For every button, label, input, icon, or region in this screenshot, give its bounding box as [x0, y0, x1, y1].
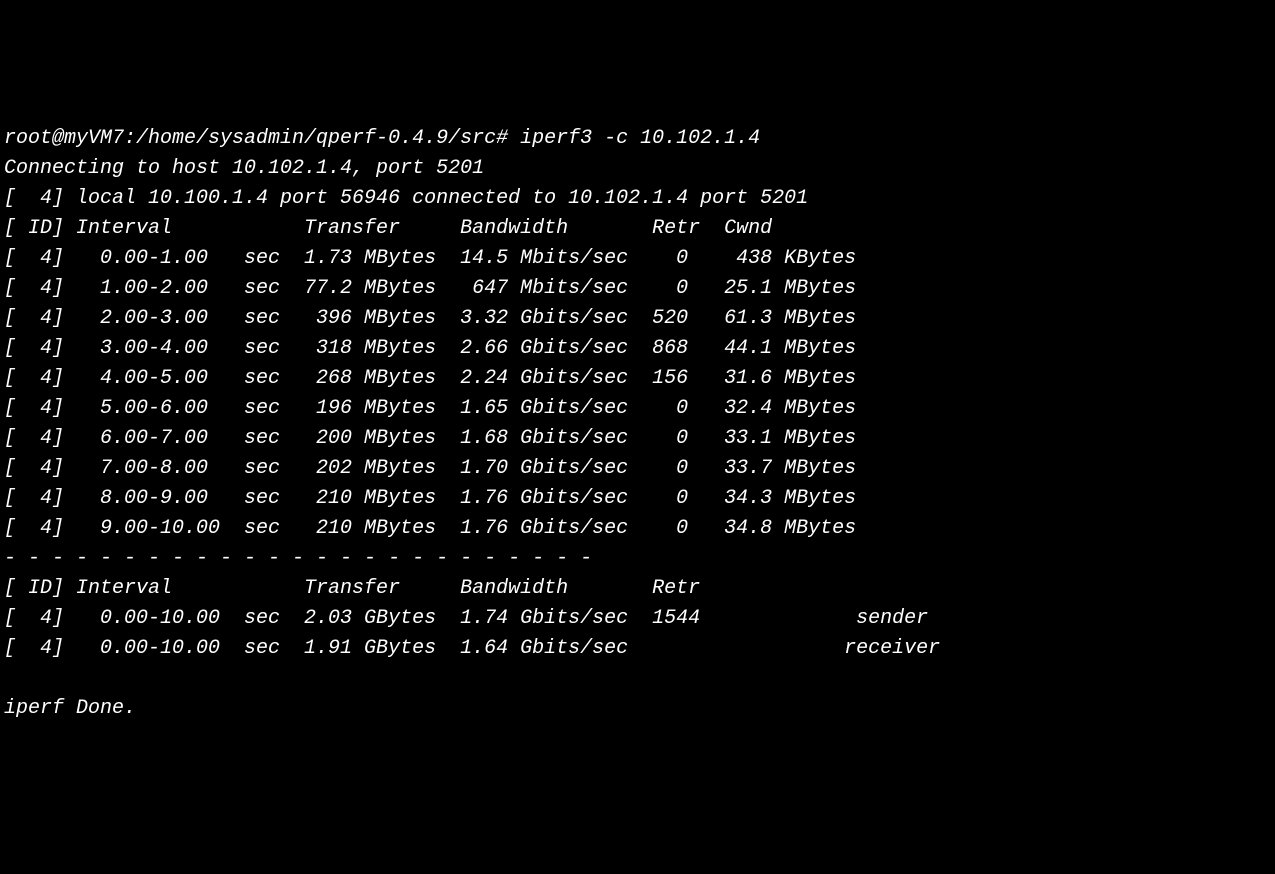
connecting-line: Connecting to host 10.102.1.4, port 5201	[4, 157, 484, 180]
local-line: [ 4] local 10.100.1.4 port 56946 connect…	[4, 187, 808, 210]
terminal-output: root@myVM7:/home/sysadmin/qperf-0.4.9/sr…	[4, 124, 1271, 724]
command-text: iperf3 -c 10.102.1.4	[520, 127, 760, 150]
data-row: [ 4] 8.00-9.00 sec 210 MBytes 1.76 Gbits…	[4, 487, 856, 510]
data-row: [ 4] 2.00-3.00 sec 396 MBytes 3.32 Gbits…	[4, 307, 856, 330]
data-row: [ 4] 0.00-1.00 sec 1.73 MBytes 14.5 Mbit…	[4, 247, 856, 270]
data-row: [ 4] 1.00-2.00 sec 77.2 MBytes 647 Mbits…	[4, 277, 856, 300]
data-row: [ 4] 4.00-5.00 sec 268 MBytes 2.24 Gbits…	[4, 367, 856, 390]
summary-row: [ 4] 0.00-10.00 sec 1.91 GBytes 1.64 Gbi…	[4, 637, 940, 660]
separator-line: - - - - - - - - - - - - - - - - - - - - …	[4, 547, 592, 570]
table-header: [ ID] Interval Transfer Bandwidth Retr C…	[4, 217, 772, 240]
done-line: iperf Done.	[4, 697, 136, 720]
data-row: [ 4] 5.00-6.00 sec 196 MBytes 1.65 Gbits…	[4, 397, 856, 420]
shell-prompt: root@myVM7:/home/sysadmin/qperf-0.4.9/sr…	[4, 127, 508, 150]
summary-header: [ ID] Interval Transfer Bandwidth Retr	[4, 577, 700, 600]
data-row: [ 4] 3.00-4.00 sec 318 MBytes 2.66 Gbits…	[4, 337, 856, 360]
data-row: [ 4] 9.00-10.00 sec 210 MBytes 1.76 Gbit…	[4, 517, 856, 540]
data-row: [ 4] 6.00-7.00 sec 200 MBytes 1.68 Gbits…	[4, 427, 856, 450]
data-row: [ 4] 7.00-8.00 sec 202 MBytes 1.70 Gbits…	[4, 457, 856, 480]
summary-row: [ 4] 0.00-10.00 sec 2.03 GBytes 1.74 Gbi…	[4, 607, 928, 630]
